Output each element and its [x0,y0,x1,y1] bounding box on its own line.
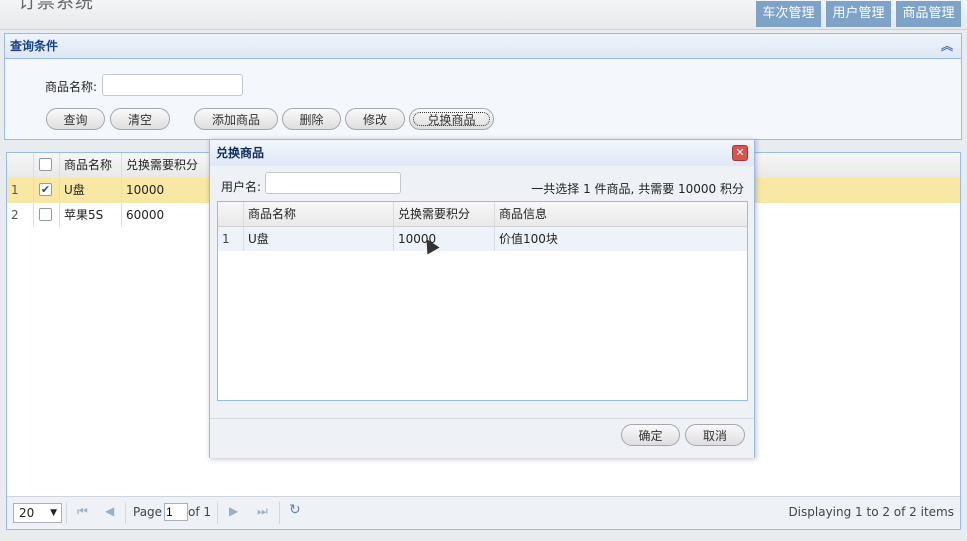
select-all-checkbox[interactable] [39,158,52,171]
pager-separator [66,502,67,524]
cell-name: 苹果5S [60,203,122,227]
pager-info: Displaying 1 to 2 of 2 items [788,505,954,519]
page-label: Page [133,505,163,519]
dialog-title: 兑换商品 [216,146,265,160]
row-number: 1 [7,178,34,202]
row-number: 1 [218,227,244,251]
cancel-button[interactable]: 取消 [685,424,745,446]
product-name-input[interactable] [102,74,243,96]
select-all-cell [34,153,60,177]
refresh-icon[interactable]: ↻ [289,502,301,518]
username-label: 用户名: [221,180,262,194]
dialog-product-grid: 商品名称 兑换需要积分 商品信息 1 U盘 10000 价值100块 [217,201,748,401]
app-header: 订票系统 车次管理 用户管理 商品管理 [0,0,967,30]
row-number-header [7,153,34,177]
page-size-select[interactable]: 20 ▼ [13,503,62,523]
cell-points: 10000 [122,178,217,202]
edit-button[interactable]: 修改 [345,108,405,130]
column-header-info[interactable]: 商品信息 [495,202,747,226]
next-page-icon[interactable]: ▶ [229,504,238,518]
pagination-bar: 20 ▼ ⏮ ◀ Page of 1 ▶ ⏭ ↻ Displaying 1 to… [7,496,960,529]
pager-separator [279,502,280,524]
chevron-down-icon: ▼ [50,508,57,518]
exchange-product-button[interactable]: 兑换商品 [409,108,494,130]
dialog-header: 兑换商品 ✕ [210,140,754,166]
confirm-button[interactable]: 确定 [621,424,680,446]
close-icon[interactable]: ✕ [732,145,748,161]
clear-button[interactable]: 清空 [110,108,170,130]
tab-train-management[interactable]: 车次管理 [756,1,821,27]
exchange-dialog: 兑换商品 ✕ 用户名: 一共选择 1 件商品, 共需要 10000 积分 商品名… [209,139,755,458]
column-header-points[interactable]: 兑换需要积分 [122,153,217,177]
page-total-label: of 1 [188,505,212,519]
add-product-button[interactable]: 添加商品 [194,108,278,130]
delete-button[interactable]: 删除 [282,108,341,130]
query-panel: 查询条件 ︽ 商品名称: 查询 清空 添加商品 删除 修改 兑换商品 [4,33,962,140]
row-checkbox[interactable] [39,208,52,221]
collapse-icon[interactable]: ︽ [941,34,953,58]
dialog-grid-header: 商品名称 兑换需要积分 商品信息 [218,202,747,227]
app-title: 订票系统 [18,0,94,13]
row-checkbox-cell: ✔ [34,178,60,202]
selection-summary: 一共选择 1 件商品, 共需要 10000 积分 [531,182,744,196]
query-panel-header: 查询条件 ︽ [5,34,961,59]
last-page-icon[interactable]: ⏭ [257,504,268,519]
page-size-value: 20 [19,506,35,520]
dialog-footer: 确定 取消 [210,418,754,458]
cell-points: 10000 [394,227,495,251]
cell-name: U盘 [244,227,394,251]
row-number-header [218,202,244,226]
column-header-name[interactable]: 商品名称 [244,202,394,226]
row-number: 2 [7,203,34,227]
previous-page-icon[interactable]: ◀ [105,504,114,518]
pager-separator [125,502,126,524]
search-button[interactable]: 查询 [46,108,105,130]
first-page-icon[interactable]: ⏮ [77,504,88,519]
row-checkbox-cell [34,203,60,227]
column-header-name[interactable]: 商品名称 [60,153,122,177]
row-checkbox-checked[interactable]: ✔ [39,183,52,196]
tab-user-management[interactable]: 用户管理 [826,1,891,27]
product-name-label: 商品名称: [45,80,98,94]
page-number-input[interactable] [164,503,188,521]
cell-points: 60000 [122,203,217,227]
column-header-points[interactable]: 兑换需要积分 [394,202,495,226]
cell-info: 价值100块 [499,232,558,246]
cell-name: U盘 [60,178,122,202]
table-row[interactable]: 1 U盘 10000 价值100块 [218,227,747,251]
username-input[interactable] [265,172,401,194]
tab-product-management[interactable]: 商品管理 [896,1,961,27]
pager-separator [217,502,218,524]
query-panel-title: 查询条件 [10,39,59,53]
